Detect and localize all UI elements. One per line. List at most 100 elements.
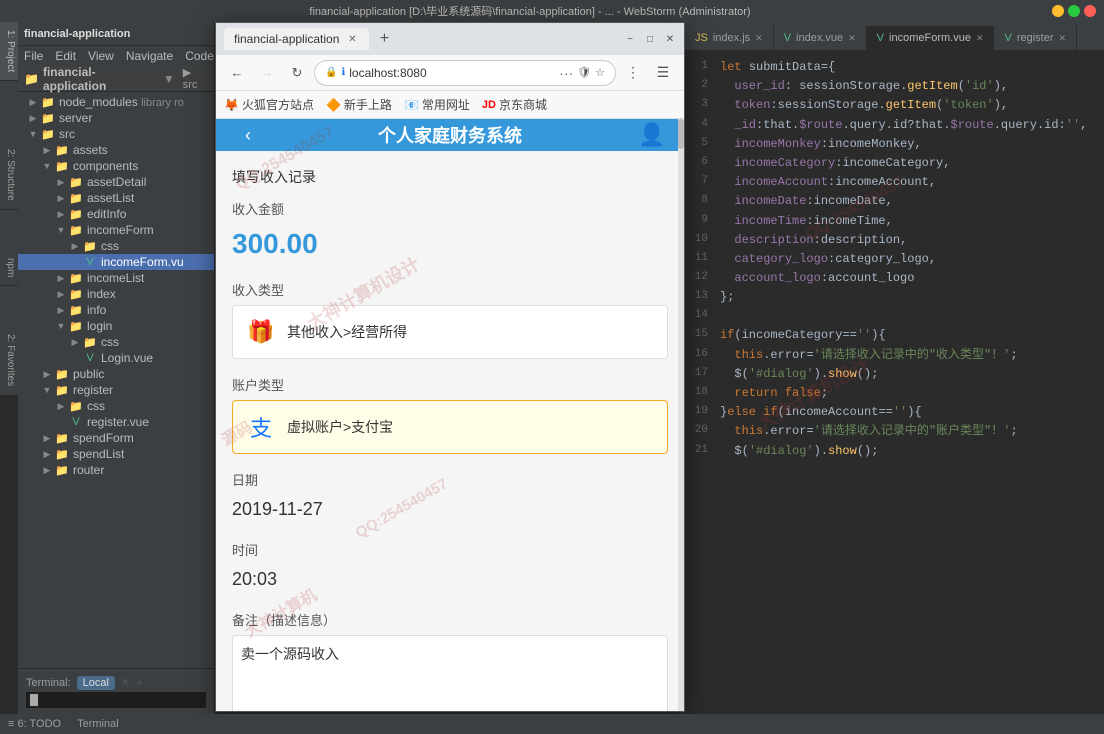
todo-status[interactable]: ≡ 6: TODO bbox=[8, 718, 61, 730]
category-icon: 🎁 bbox=[245, 316, 277, 348]
forward-button[interactable]: → bbox=[254, 60, 280, 86]
menu-edit[interactable]: Edit bbox=[55, 49, 76, 63]
tree-login[interactable]: ▼ 📁 login bbox=[18, 318, 214, 334]
tree-asset-detail[interactable]: ▶ 📁 assetDetail bbox=[18, 174, 214, 190]
project-header[interactable]: 📁 financial-application ▼ ▶ src bbox=[18, 66, 214, 92]
browser-minimize[interactable]: − bbox=[624, 33, 636, 45]
bookmark-firefox[interactable]: 🦊 火狐官方站点 bbox=[224, 96, 314, 113]
tree-label: login bbox=[87, 319, 112, 333]
tree-arrow: ▶ bbox=[54, 305, 68, 316]
amount-value[interactable]: 300.00 bbox=[232, 224, 668, 264]
new-tab-button[interactable]: + bbox=[373, 28, 395, 50]
tab-name: incomeForm.vue bbox=[889, 32, 971, 44]
tree-arrow: ▶ bbox=[54, 177, 68, 188]
bookmark-common[interactable]: 📧 常用网址 bbox=[404, 96, 470, 113]
browser-tab-active[interactable]: financial-application ✕ bbox=[224, 28, 369, 50]
form-title: 填写收入记录 bbox=[232, 167, 668, 187]
code-line: 13 }; bbox=[685, 288, 1104, 307]
tree-income-form-css[interactable]: ▶ 📁 css bbox=[18, 238, 214, 254]
tree-register[interactable]: ▼ 📁 register bbox=[18, 382, 214, 398]
bookmark-icon[interactable]: ☆ bbox=[595, 66, 605, 79]
editor-tabs: JS index.js ✕ V index.vue ✕ V incomeForm… bbox=[685, 22, 1104, 50]
tree-spend-list[interactable]: ▶ 📁 spendList bbox=[18, 446, 214, 462]
structure-tab[interactable]: 2: Structure bbox=[0, 141, 18, 210]
folder-icon: 📁 bbox=[68, 303, 84, 317]
menu-financial[interactable]: financial-application bbox=[24, 28, 130, 40]
back-button[interactable]: ← bbox=[224, 60, 250, 86]
desc-textarea[interactable]: 卖一个源码收入 bbox=[232, 635, 668, 711]
tree-index[interactable]: ▶ 📁 index bbox=[18, 286, 214, 302]
browser-restore[interactable]: □ bbox=[644, 33, 656, 45]
npm-tab[interactable]: npm bbox=[0, 250, 18, 286]
tree-income-list[interactable]: ▶ 📁 incomeList bbox=[18, 270, 214, 286]
folder-icon: 📁 bbox=[68, 207, 84, 221]
menu-file[interactable]: File bbox=[24, 49, 43, 63]
reload-button[interactable]: ↻ bbox=[284, 60, 310, 86]
tree-register-vue[interactable]: V register.vue bbox=[18, 414, 214, 430]
code-line: 12 account_logo:account_logo bbox=[685, 269, 1104, 288]
favorites-tab[interactable]: 2: Favorites bbox=[0, 326, 18, 395]
vue-icon: V bbox=[68, 415, 84, 429]
tree-income-form-vue[interactable]: V incomeForm.vu bbox=[18, 254, 214, 270]
minimize-button[interactable] bbox=[1052, 5, 1064, 17]
tree-assets[interactable]: ▶ 📁 assets bbox=[18, 142, 214, 158]
folder-icon: 📁 bbox=[82, 335, 98, 349]
tab-index-js[interactable]: JS index.js ✕ bbox=[685, 26, 774, 50]
menu-navigate[interactable]: Navigate bbox=[126, 49, 173, 63]
close-button[interactable] bbox=[1084, 5, 1096, 17]
tree-label: index bbox=[87, 287, 116, 301]
tab-income-form[interactable]: V incomeForm.vue ✕ bbox=[867, 26, 995, 50]
extensions-button[interactable]: ⋮ bbox=[620, 60, 646, 86]
tree-asset-list[interactable]: ▶ 📁 assetList bbox=[18, 190, 214, 206]
tree-spend-form[interactable]: ▶ 📁 spendForm bbox=[18, 430, 214, 446]
tree-server[interactable]: ▶ 📁 server bbox=[18, 110, 214, 126]
project-tab[interactable]: 1: Project bbox=[0, 22, 18, 81]
tree-node-modules[interactable]: ▶ 📁 node_modules library ro bbox=[18, 94, 214, 110]
account-selector[interactable]: 支 虚拟账户>支付宝 bbox=[232, 400, 668, 454]
tree-public[interactable]: ▶ 📁 public bbox=[18, 366, 214, 382]
tree-register-css[interactable]: ▶ 📁 css bbox=[18, 398, 214, 414]
folder-icon: 📁 bbox=[54, 143, 70, 157]
terminal-status[interactable]: Terminal bbox=[77, 718, 119, 730]
tree-login-vue[interactable]: V Login.vue bbox=[18, 350, 214, 366]
tab-close[interactable]: ✕ bbox=[848, 33, 856, 44]
time-value[interactable]: 20:03 bbox=[232, 565, 668, 594]
date-value[interactable]: 2019-11-27 bbox=[232, 495, 668, 524]
ellipsis: ··· bbox=[559, 65, 573, 81]
browser-tab-close[interactable]: ✕ bbox=[345, 32, 359, 46]
terminal-add[interactable]: + bbox=[136, 677, 142, 689]
category-selector[interactable]: 🎁 其他收入>经营所得 bbox=[232, 305, 668, 359]
tree-info[interactable]: ▶ 📁 info bbox=[18, 302, 214, 318]
file-tree: ▶ 📁 node_modules library ro ▶ 📁 server ▼… bbox=[18, 92, 214, 668]
terminal-local[interactable]: Local bbox=[77, 676, 115, 690]
account-field: 账户类型 支 虚拟账户>支付宝 bbox=[232, 375, 668, 454]
maximize-button[interactable] bbox=[1068, 5, 1080, 17]
bookmark-jd[interactable]: JD 京东商城 bbox=[482, 96, 547, 113]
tree-income-form[interactable]: ▼ 📁 incomeForm bbox=[18, 222, 214, 238]
common-icon: 📧 bbox=[404, 98, 419, 112]
menu-view[interactable]: View bbox=[88, 49, 114, 63]
tree-label: info bbox=[87, 303, 106, 317]
app-back-button[interactable]: ‹ bbox=[232, 119, 264, 151]
terminal-close[interactable]: ✕ bbox=[121, 676, 130, 689]
browser-close[interactable]: ✕ bbox=[664, 33, 676, 45]
tab-close[interactable]: ✕ bbox=[1059, 33, 1067, 44]
tree-src[interactable]: ▼ 📁 src bbox=[18, 126, 214, 142]
menu-code[interactable]: Code bbox=[185, 49, 214, 63]
user-avatar[interactable]: 👤 bbox=[636, 119, 668, 151]
tab-index-vue[interactable]: V index.vue ✕ bbox=[774, 26, 867, 50]
tree-label: assetDetail bbox=[87, 175, 146, 189]
tab-register[interactable]: V register ✕ bbox=[994, 26, 1077, 50]
tree-login-css[interactable]: ▶ 📁 css bbox=[18, 334, 214, 350]
code-line: 9 incomeTime:incomeTime, bbox=[685, 212, 1104, 231]
category-text: 其他收入>经营所得 bbox=[287, 322, 407, 342]
tree-router[interactable]: ▶ 📁 router bbox=[18, 462, 214, 478]
tab-close[interactable]: ✕ bbox=[755, 33, 763, 44]
address-bar[interactable]: 🔒 ℹ localhost:8080 ··· 🛡 ☆ bbox=[314, 60, 616, 86]
code-line: 16 this.error='请选择收入记录中的"收入类型"！'; bbox=[685, 346, 1104, 365]
tree-components[interactable]: ▼ 📁 components bbox=[18, 158, 214, 174]
bookmark-newuser[interactable]: 🔶 新手上路 bbox=[326, 96, 392, 113]
tree-edit-info[interactable]: ▶ 📁 editInfo bbox=[18, 206, 214, 222]
tab-close[interactable]: ✕ bbox=[976, 33, 984, 44]
menu-button[interactable]: ☰ bbox=[650, 60, 676, 86]
